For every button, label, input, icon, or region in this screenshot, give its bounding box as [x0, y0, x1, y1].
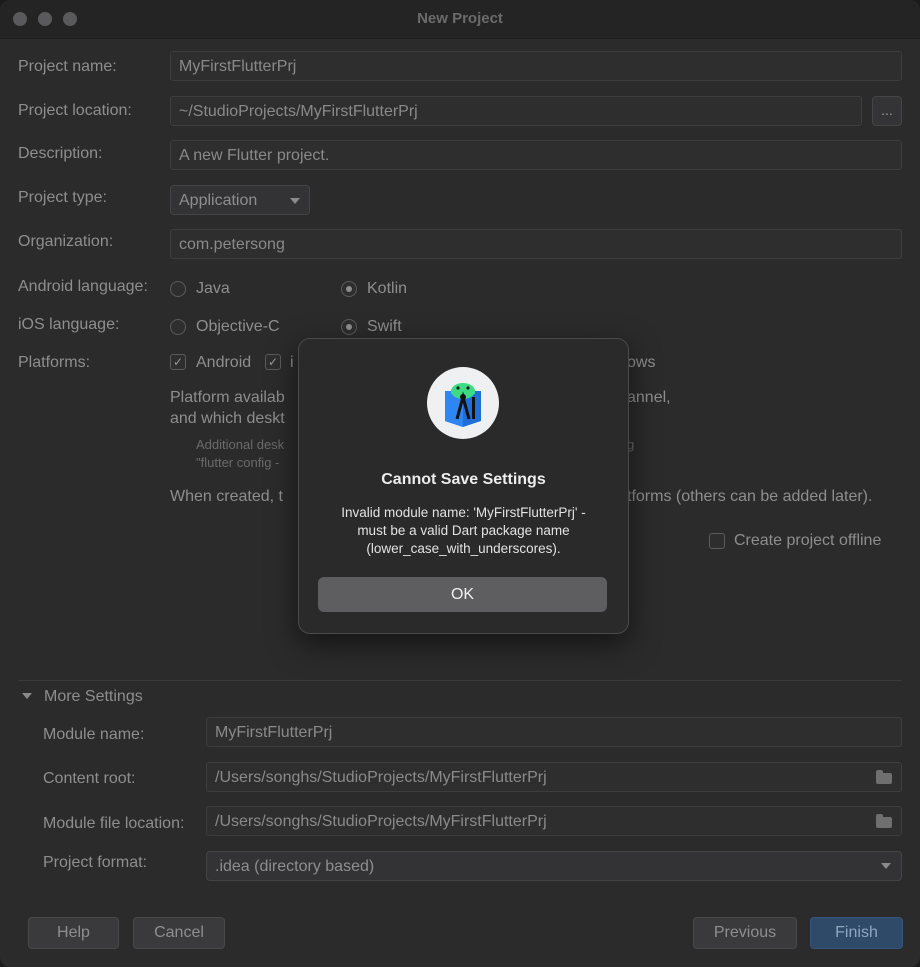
module-file-location-label: Module file location:: [43, 815, 185, 832]
checkbox-android[interactable]: ✓: [170, 354, 186, 370]
content-root-label: Content root:: [43, 770, 136, 787]
title-bar: New Project: [0, 0, 920, 39]
more-settings-toggle[interactable]: More Settings: [44, 688, 143, 706]
checkbox-ios[interactable]: ✓: [265, 354, 281, 370]
dialog-message-line-3: (lower_case_with_underscores).: [366, 541, 561, 556]
when-created-text-right: tforms (others can be added later).: [627, 488, 873, 505]
checkbox-windows-label: ows: [627, 354, 656, 371]
project-location-label: Project location:: [18, 102, 132, 119]
module-file-location-input[interactable]: /Users/songhs/StudioProjects/MyFirstFlut…: [206, 806, 902, 836]
window-title: New Project: [417, 10, 503, 27]
finish-button[interactable]: Finish: [810, 917, 903, 949]
content-root-input[interactable]: /Users/songhs/StudioProjects/MyFirstFlut…: [206, 762, 902, 792]
platform-info-text-2: and which deskt: [170, 410, 285, 427]
description-input[interactable]: A new Flutter project.: [170, 140, 902, 170]
dialog-message-line-1: Invalid module name: 'MyFirstFlutterPrj'…: [341, 505, 586, 520]
dialog-title: Cannot Save Settings: [381, 471, 546, 488]
radio-java-label: Java: [196, 280, 230, 297]
radio-objective-c-label: Objective-C: [196, 318, 280, 335]
project-type-value: Application: [179, 192, 258, 209]
radio-kotlin-label: Kotlin: [367, 280, 408, 297]
project-location-input[interactable]: ~/StudioProjects/MyFirstFlutterPrj: [170, 96, 862, 126]
project-type-select[interactable]: Application: [170, 185, 310, 215]
project-format-value: .idea (directory based): [215, 858, 375, 875]
project-name-input[interactable]: MyFirstFlutterPrj: [170, 51, 902, 81]
radio-kotlin[interactable]: [341, 281, 357, 297]
previous-button[interactable]: Previous: [693, 917, 797, 949]
module-name-label: Module name:: [43, 726, 145, 743]
dialog-message-line-2: must be a valid Dart package name: [357, 523, 570, 538]
ok-button[interactable]: OK: [318, 577, 607, 612]
radio-swift-label: Swift: [367, 318, 402, 335]
platforms-label: Platforms:: [18, 354, 91, 371]
browse-location-button[interactable]: ...: [872, 96, 902, 126]
create-offline-label: Create project offline: [734, 532, 882, 549]
project-type-label: Project type:: [18, 189, 107, 206]
description-label: Description:: [18, 145, 103, 162]
chevron-down-icon: [290, 198, 300, 204]
disclosure-triangle-icon[interactable]: [22, 693, 32, 699]
checkbox-ios-label: i: [290, 354, 294, 371]
dialog-message: Invalid module name: 'MyFirstFlutterPrj'…: [313, 504, 614, 558]
radio-java[interactable]: [170, 281, 186, 297]
checkbox-android-label: Android: [196, 354, 252, 371]
folder-icon[interactable]: [876, 814, 892, 828]
folder-icon[interactable]: [876, 770, 892, 784]
platform-info-text: Platform availab: [170, 389, 285, 406]
cannot-save-settings-dialog: Cannot Save Settings Invalid module name…: [298, 338, 629, 634]
when-created-text: When created, t: [170, 488, 283, 505]
android-language-label: Android language:: [18, 278, 148, 295]
flutter-config-note: "flutter config -: [196, 455, 280, 470]
additional-desktop-note: Additional desk: [196, 437, 285, 452]
radio-swift[interactable]: [341, 319, 357, 335]
organization-input[interactable]: com.petersong: [170, 229, 902, 259]
cancel-button[interactable]: Cancel: [133, 917, 225, 949]
chevron-down-icon: [881, 863, 891, 869]
project-format-label: Project format:: [43, 854, 148, 871]
project-name-label: Project name:: [18, 58, 117, 75]
android-studio-app-icon: [427, 367, 499, 439]
checkbox-create-offline[interactable]: [709, 533, 725, 549]
ios-language-label: iOS language:: [18, 316, 120, 333]
radio-objective-c[interactable]: [170, 319, 186, 335]
organization-label: Organization:: [18, 233, 114, 250]
section-divider: [18, 680, 902, 681]
platform-info-text-right: annel,: [627, 389, 671, 406]
project-format-select[interactable]: .idea (directory based): [206, 851, 902, 881]
module-name-input[interactable]: MyFirstFlutterPrj: [206, 717, 902, 747]
help-button[interactable]: Help: [28, 917, 119, 949]
